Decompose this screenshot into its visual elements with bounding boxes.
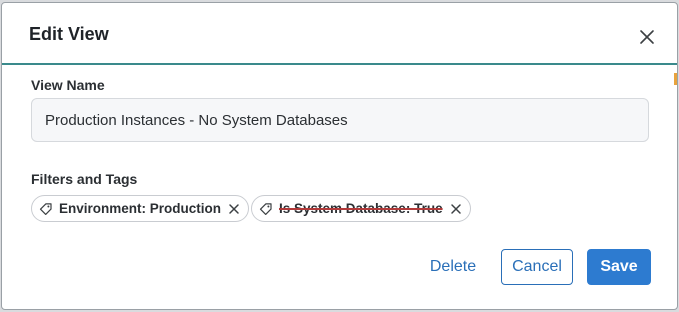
filter-chip-excluded[interactable]: Is System Database: True bbox=[251, 195, 471, 222]
dialog-header: Edit View bbox=[2, 3, 677, 65]
edit-view-dialog: Edit View View Name Filters and Tags Env… bbox=[1, 2, 678, 310]
save-button[interactable]: Save bbox=[587, 249, 651, 285]
chip-label: Is System Database: True bbox=[279, 201, 443, 216]
view-name-input[interactable] bbox=[31, 98, 649, 142]
close-icon[interactable] bbox=[639, 29, 655, 45]
remove-chip-icon[interactable] bbox=[228, 203, 240, 215]
filter-chip[interactable]: Environment: Production bbox=[31, 195, 249, 222]
tag-icon bbox=[39, 202, 53, 216]
edge-accent bbox=[674, 73, 677, 85]
tag-icon bbox=[259, 202, 273, 216]
delete-button[interactable]: Delete bbox=[420, 249, 486, 285]
chip-label: Environment: Production bbox=[59, 201, 221, 216]
view-name-label: View Name bbox=[31, 77, 105, 93]
cancel-button[interactable]: Cancel bbox=[501, 249, 573, 285]
dialog-title: Edit View bbox=[29, 24, 109, 44]
remove-chip-icon[interactable] bbox=[450, 203, 462, 215]
filters-label: Filters and Tags bbox=[31, 171, 138, 187]
